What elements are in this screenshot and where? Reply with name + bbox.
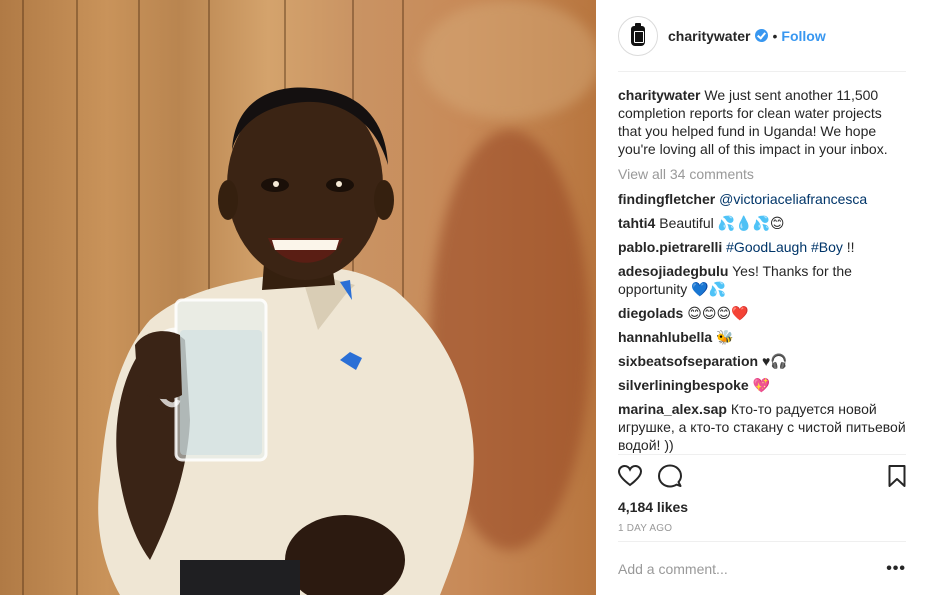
comment-item: marina_alex.sap Кто-то радуется новой иг… (618, 400, 906, 454)
comment-username[interactable]: tahti4 (618, 215, 655, 231)
comment-username[interactable]: hannahlubella (618, 329, 712, 345)
comment-username[interactable]: adesojiadegbulu (618, 263, 728, 279)
post-username[interactable]: charitywater (668, 28, 750, 44)
comment-mention-link[interactable]: @victoriaceliafrancesca (719, 191, 867, 207)
comment-text-tail: !! (842, 239, 855, 255)
comment-username[interactable]: marina_alex.sap (618, 401, 727, 417)
comment-item: hannahlubella 🐝 (618, 328, 906, 346)
view-all-comments-link[interactable]: View all 34 comments (618, 165, 906, 183)
comment-text: Beautiful 💦💧💦😊 (655, 215, 785, 231)
comments-list[interactable]: charitywater We just sent another 11,500… (618, 72, 906, 454)
comment-item: silverliningbespoke 💖 (618, 376, 906, 394)
comment-text: 💖 (748, 377, 771, 393)
post-side-panel: charitywater • Follow charitywater We ju… (596, 0, 928, 595)
post-actions-bar (618, 454, 906, 496)
comment-item: adesojiadegbulu Yes! Thanks for the oppo… (618, 262, 906, 298)
likes-count[interactable]: 4,184 likes (618, 499, 906, 519)
comment-text: ♥🎧 (758, 353, 788, 369)
comment-username[interactable]: pablo.pietrarelli (618, 239, 722, 255)
avatar[interactable] (618, 15, 658, 56)
instagram-post: charitywater • Follow charitywater We ju… (0, 0, 928, 595)
comment-bubble-icon[interactable] (658, 464, 682, 488)
comment-item: sixbeatsofseparation ♥🎧 (618, 352, 906, 370)
comment-username[interactable]: findingfletcher (618, 191, 715, 207)
comment-text: 😊😊😊❤️ (683, 305, 749, 321)
comment-text: 🐝 (712, 329, 734, 345)
separator-dot: • (772, 27, 778, 44)
verified-badge-icon (755, 29, 769, 42)
more-options-button[interactable]: ••• (886, 560, 906, 578)
follow-button[interactable]: Follow (781, 28, 825, 44)
add-comment-row: ••• (618, 541, 906, 595)
add-comment-input[interactable] (618, 560, 887, 577)
comment-username[interactable]: diegolads (618, 305, 683, 321)
boy-illustration (98, 87, 474, 595)
comment-item: tahti4 Beautiful 💦💧💦😊 (618, 214, 906, 232)
post-caption: charitywater We just sent another 11,500… (618, 86, 906, 158)
comment-item: pablo.pietrarelli #GoodLaugh #Boy !! (618, 238, 906, 256)
comment-item: findingfletcher @victoriaceliafrancesca (618, 190, 906, 208)
comment-username[interactable]: sixbeatsofseparation (618, 353, 758, 369)
charity-water-jerrycan-icon (631, 22, 645, 46)
post-photo[interactable] (0, 0, 596, 595)
heart-icon[interactable] (618, 464, 642, 487)
comment-hashtag-link[interactable]: #GoodLaugh #Boy (726, 239, 843, 255)
caption-username[interactable]: charitywater (618, 87, 700, 103)
comment-item: diegolads 😊😊😊❤️ (618, 304, 906, 322)
comment-username[interactable]: silverliningbespoke (618, 377, 749, 393)
bookmark-icon[interactable] (888, 464, 906, 487)
post-header: charitywater • Follow (618, 0, 906, 72)
post-date: 1 DAY AGO (618, 523, 673, 534)
